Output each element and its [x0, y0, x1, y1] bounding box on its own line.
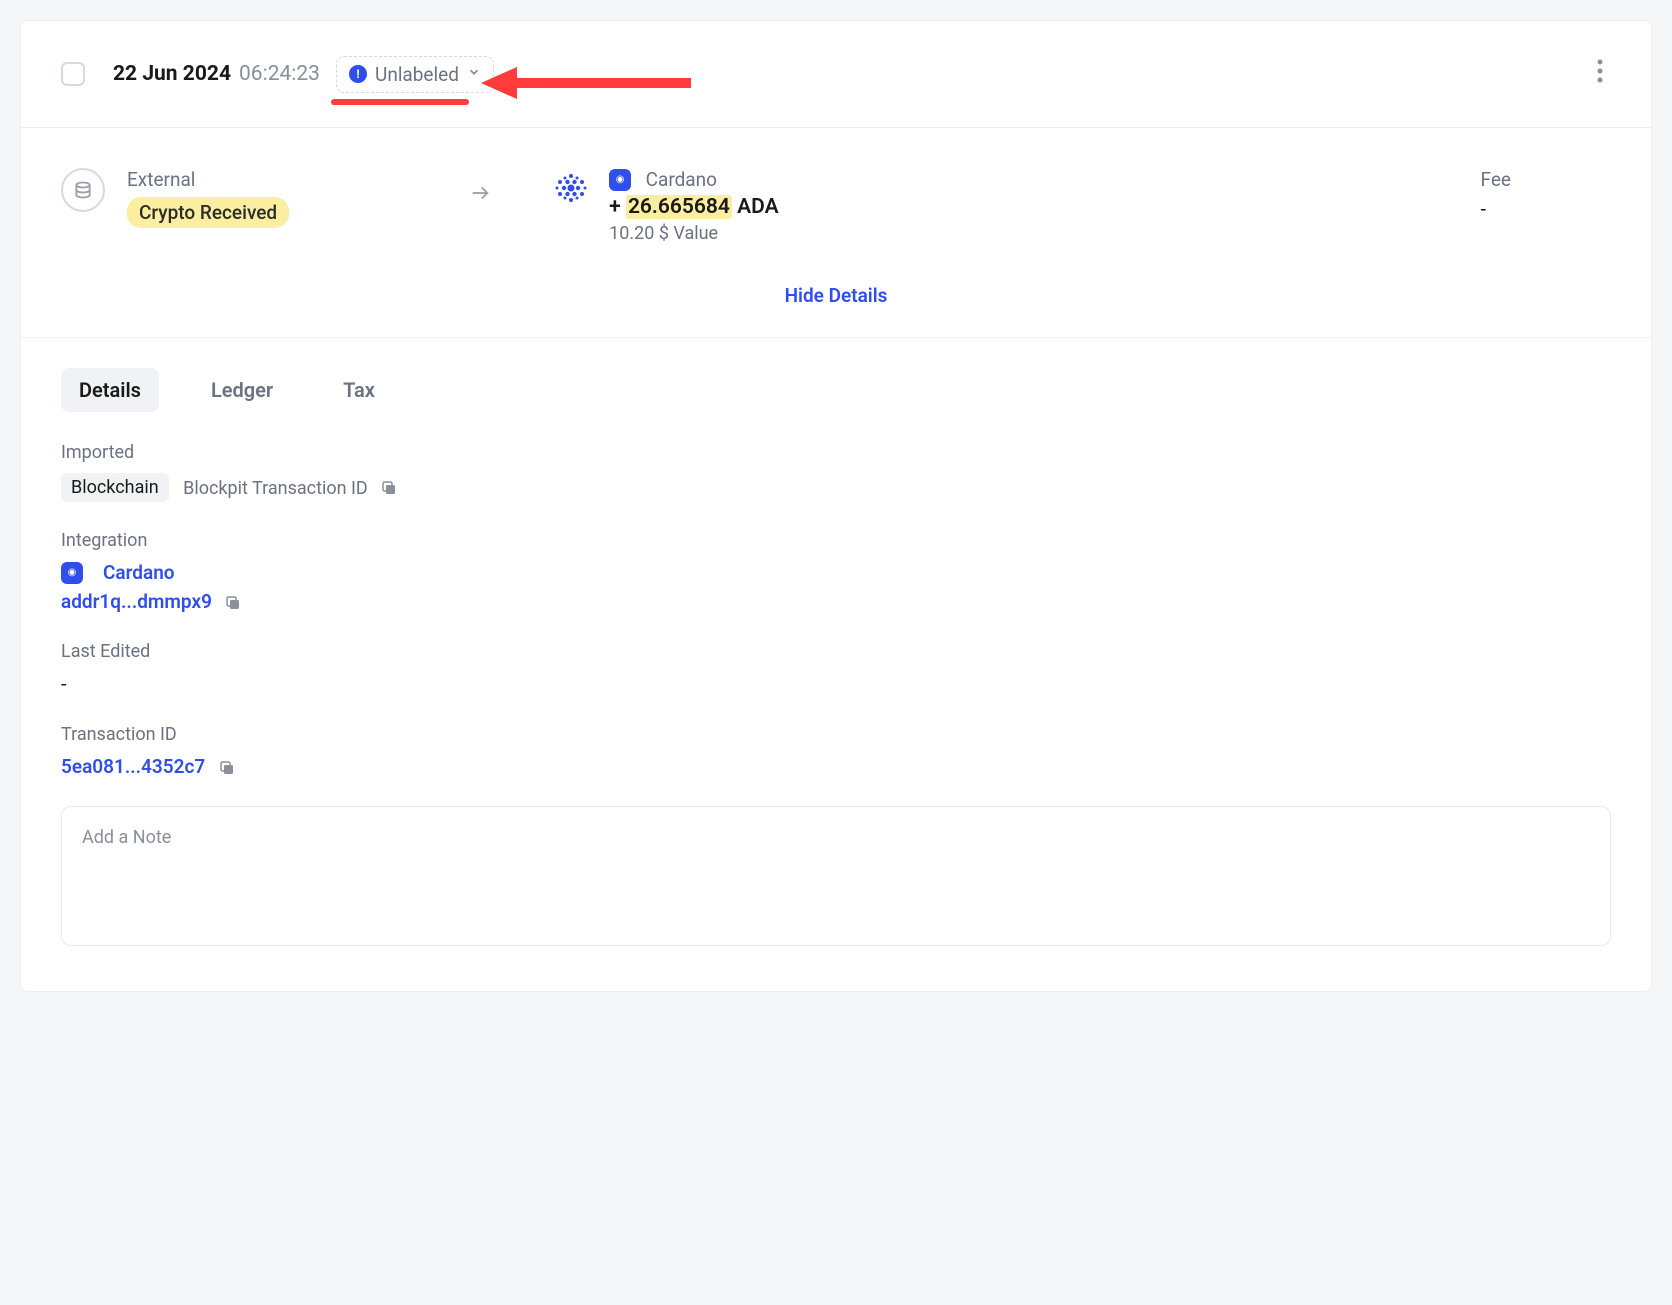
alert-icon: ! [349, 65, 367, 83]
last-edited-label: Last Edited [61, 641, 1611, 662]
label-dropdown[interactable]: ! Unlabeled [336, 56, 494, 93]
integration-label: Integration [61, 530, 1611, 551]
imported-section: Imported Blockchain Blockpit Transaction… [61, 442, 1611, 502]
copy-blockpit-id-button[interactable] [380, 479, 398, 497]
tab-tax[interactable]: Tax [325, 368, 393, 412]
transaction-card: 22 Jun 2024 06:24:23 ! Unlabeled [20, 20, 1652, 992]
source-block: External Crypto Received [61, 168, 289, 228]
source-type-highlight: Crypto Received [127, 197, 289, 228]
amount-line: + 26.665684 ADA [609, 195, 778, 219]
transaction-id-label: Transaction ID [61, 724, 1611, 745]
tab-details[interactable]: Details [61, 368, 159, 412]
detail-tabs: Details Ledger Tax [61, 368, 1611, 412]
chevron-down-icon [467, 65, 481, 83]
fee-value: - [1481, 197, 1511, 221]
destination-block: ◉ Cardano + 26.665684 ADA 10.20 $ Value [551, 168, 778, 244]
imported-chip: Blockchain [61, 473, 169, 502]
copy-address-button[interactable] [224, 594, 242, 612]
transaction-flow: External Crypto Received [21, 128, 1651, 284]
cardano-logo-icon [551, 168, 591, 208]
transaction-id-link[interactable]: 5ea081...4352c7 [61, 755, 205, 778]
more-menu-button[interactable] [1589, 51, 1611, 97]
source-label: External [127, 168, 289, 191]
flow-arrow-icon [469, 182, 491, 210]
annotation-underline [331, 99, 469, 105]
chain-badge-icon: ◉ [61, 562, 83, 584]
label-dropdown-text: Unlabeled [375, 63, 459, 86]
amount-currency: ADA [737, 195, 779, 219]
integration-chain-link[interactable]: Cardano [103, 561, 175, 584]
fee-label: Fee [1481, 168, 1511, 191]
note-input[interactable] [61, 806, 1611, 946]
transaction-id-section: Transaction ID 5ea081...4352c7 [61, 724, 1611, 778]
copy-transaction-id-button[interactable] [218, 759, 236, 777]
amount-value: 10.20 $ Value [609, 223, 778, 244]
integration-section: Integration ◉ Cardano addr1q...dmmpx9 [61, 530, 1611, 613]
blockpit-id-label: Blockpit Transaction ID [183, 478, 368, 499]
transaction-header: 22 Jun 2024 06:24:23 ! Unlabeled [21, 21, 1651, 127]
hide-details-toggle[interactable]: Hide Details [785, 284, 888, 307]
last-edited-section: Last Edited - [61, 641, 1611, 696]
destination-chain-name: Cardano [646, 168, 717, 191]
hide-details-row: Hide Details [21, 284, 1651, 337]
transaction-time: 06:24:23 [239, 62, 320, 86]
select-checkbox[interactable] [61, 62, 85, 86]
integration-address-link[interactable]: addr1q...dmmpx9 [61, 590, 212, 613]
chain-badge-icon: ◉ [609, 169, 631, 191]
destination-chain-row: ◉ Cardano [609, 168, 778, 191]
imported-label: Imported [61, 442, 1611, 463]
amount-sign: + [609, 195, 621, 219]
amount-number: 26.665684 [626, 195, 732, 219]
annotation-arrow [481, 63, 691, 108]
external-source-icon [61, 168, 105, 212]
tab-ledger[interactable]: Ledger [193, 368, 291, 412]
fee-block: Fee - [1481, 168, 1511, 221]
details-pane: Details Ledger Tax Imported Blockchain B… [21, 338, 1651, 991]
transaction-date: 22 Jun 2024 [113, 62, 231, 86]
last-edited-value: - [61, 672, 1611, 696]
